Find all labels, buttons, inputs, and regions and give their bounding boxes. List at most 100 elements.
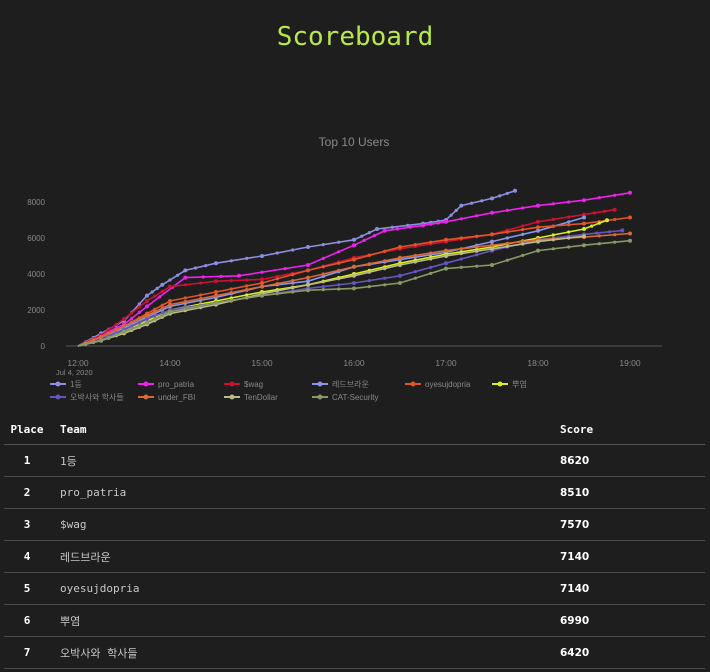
row-team[interactable]: 1등 [50, 444, 560, 477]
data-point [470, 201, 474, 205]
data-point [429, 257, 433, 261]
legend-marker [229, 394, 235, 400]
y-tick-label: 8000 [27, 198, 45, 207]
data-point [375, 227, 379, 231]
data-point [505, 258, 509, 262]
data-point [260, 284, 264, 289]
data-point [498, 194, 502, 198]
data-point [137, 324, 141, 328]
data-point [536, 225, 540, 230]
row-team[interactable]: 레드브라운 [50, 540, 560, 573]
row-score: 7140 [560, 572, 705, 605]
data-point [153, 294, 157, 298]
data-point [582, 227, 586, 231]
legend-item[interactable]: CAT-Security [312, 393, 379, 402]
row-team[interactable]: pro_patria [50, 476, 560, 509]
legend-item[interactable]: TenDollar [224, 393, 278, 402]
data-point [429, 240, 433, 244]
data-point [145, 299, 149, 303]
data-point [245, 284, 249, 288]
row-score: 7570 [560, 508, 705, 541]
table-row: 4 레드브라운 7140 [4, 540, 705, 573]
data-point [337, 268, 341, 272]
data-point [214, 300, 218, 305]
data-point [145, 320, 149, 325]
data-point [398, 263, 402, 267]
data-point [475, 253, 479, 257]
header-place[interactable]: Place [4, 414, 50, 445]
data-point [321, 280, 325, 284]
row-team[interactable]: 오박사와 학사들 [50, 636, 560, 669]
data-point [360, 234, 364, 238]
legend-item[interactable]: pro_patria [138, 380, 195, 389]
data-point [628, 215, 632, 220]
data-point [137, 310, 141, 314]
legend[interactable]: 1등 pro_patria $wag 레드브라운 oyesujdopria 뿌염오박사와 … [50, 380, 527, 402]
data-point [513, 188, 517, 193]
data-point [352, 273, 356, 278]
data-point [398, 273, 402, 278]
series-lines [77, 188, 632, 347]
data-point [122, 324, 126, 329]
legend-label: pro_patria [158, 380, 195, 389]
legend-item[interactable]: 오박사와 학사들 [50, 392, 124, 402]
row-score: 6420 [560, 636, 705, 669]
data-point [275, 277, 279, 281]
data-point [229, 259, 233, 263]
legend-item[interactable]: 뿌염 [492, 380, 527, 389]
data-point [214, 293, 218, 298]
data-point [160, 313, 164, 317]
data-point [597, 221, 601, 225]
legend-marker [143, 394, 149, 400]
row-score: 6990 [560, 604, 705, 637]
data-point [352, 237, 356, 242]
data-point [459, 247, 463, 251]
legend-item[interactable]: under_FBI [138, 393, 195, 402]
data-point [107, 328, 111, 332]
data-point [582, 215, 586, 220]
data-point [306, 268, 310, 273]
legend-label: $wag [244, 380, 263, 389]
data-point [475, 245, 479, 249]
data-point [390, 225, 394, 229]
data-point [521, 242, 525, 246]
data-point [150, 290, 154, 294]
data-point [291, 290, 295, 294]
data-point [413, 276, 417, 280]
row-team[interactable]: oyesujdopria [50, 572, 560, 605]
data-point [194, 266, 198, 270]
data-point [107, 336, 111, 340]
data-point [551, 247, 555, 251]
row-team[interactable]: $wag [50, 508, 560, 541]
legend-item[interactable]: 1등 [50, 380, 82, 389]
data-point [229, 279, 233, 283]
data-point [137, 305, 141, 309]
legend-item[interactable]: oyesujdopria [405, 380, 471, 389]
header-score[interactable]: Score [560, 414, 705, 445]
score-chart[interactable]: Top 10 Users 0 2000 4000 6000 8000 12:00 14:0… [0, 0, 710, 410]
x-tick-label: 17:00 [435, 358, 457, 368]
data-point [337, 287, 341, 291]
data-point [306, 245, 310, 249]
y-tick-label: 0 [41, 342, 46, 351]
data-point [567, 215, 571, 219]
data-point [183, 307, 187, 311]
data-point [183, 300, 187, 304]
legend-item[interactable]: 레드브라운 [312, 380, 369, 389]
data-point [436, 221, 440, 225]
data-point [597, 234, 601, 238]
legend-marker [497, 381, 503, 387]
legend-item[interactable]: $wag [224, 380, 263, 389]
data-point [245, 288, 249, 292]
header-team[interactable]: Team [50, 414, 560, 445]
data-point [567, 223, 571, 227]
data-point [505, 191, 509, 195]
x-tick-label: 18:00 [527, 358, 549, 368]
data-point [168, 302, 172, 307]
data-point [383, 259, 387, 263]
y-tick-label: 4000 [27, 270, 45, 279]
data-point [114, 328, 118, 332]
row-team[interactable]: 뿌염 [50, 604, 560, 637]
data-point [605, 218, 609, 223]
data-point [398, 281, 402, 285]
